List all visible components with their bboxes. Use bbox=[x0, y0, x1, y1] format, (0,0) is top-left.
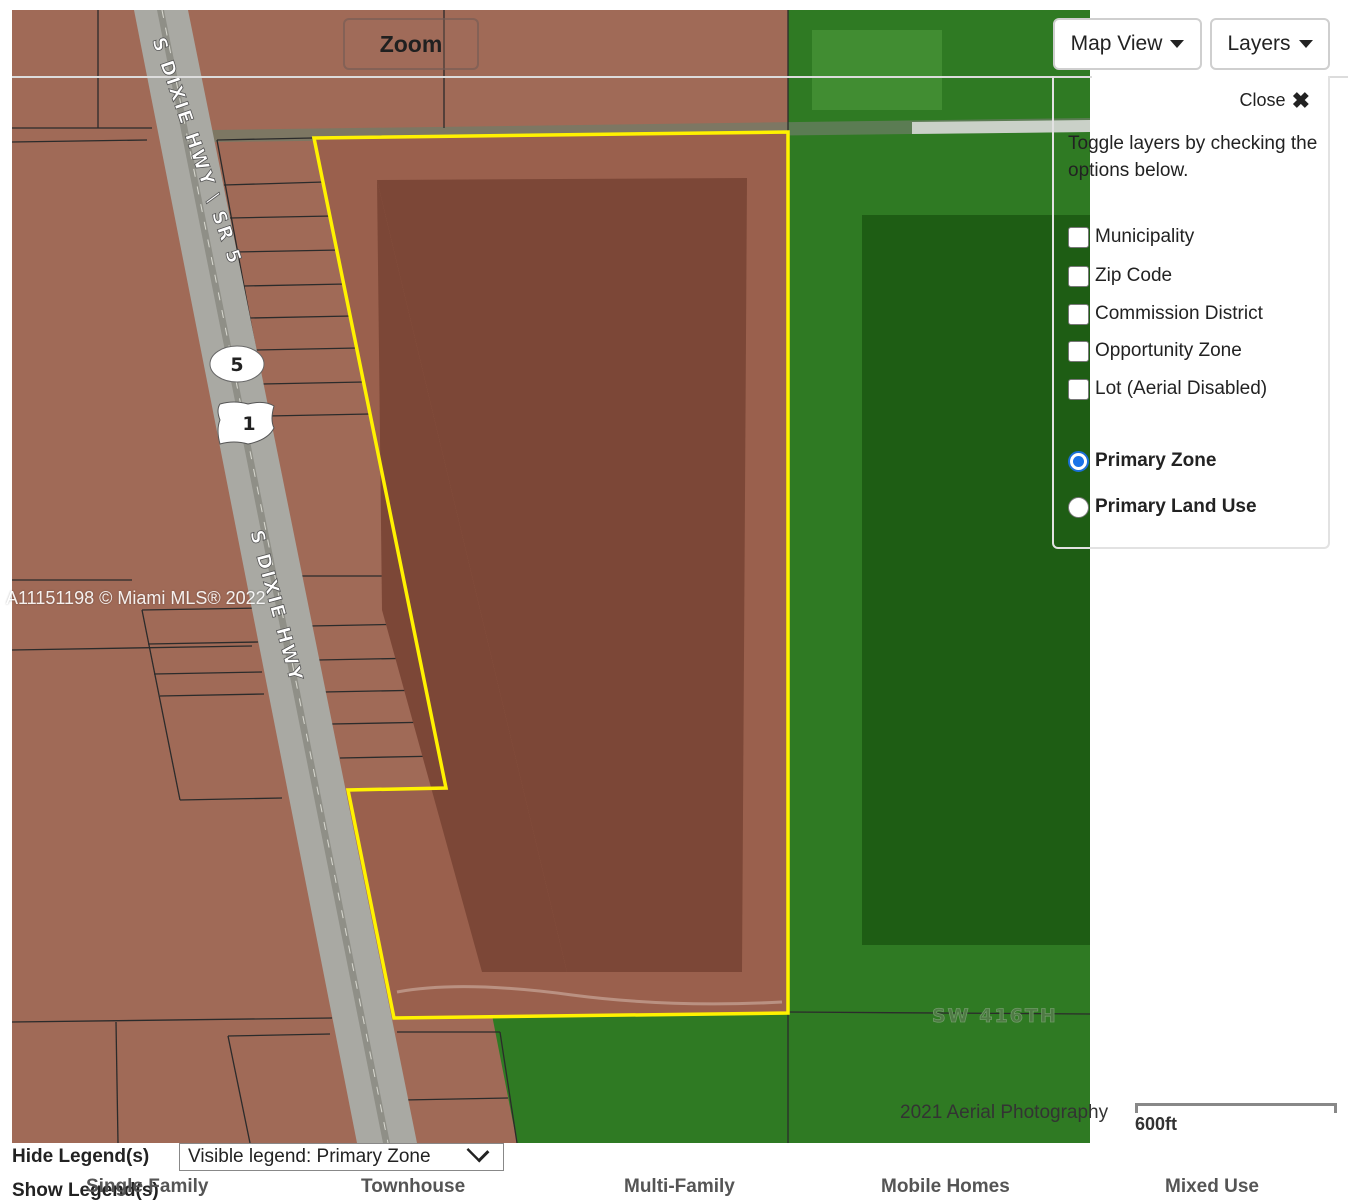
primary-zone-radio[interactable] bbox=[1068, 450, 1089, 472]
commission-district-label: Commission District bbox=[1095, 303, 1263, 324]
layer-option-zip-code[interactable]: Zip Code bbox=[1068, 265, 1172, 287]
caret-down-icon bbox=[1298, 40, 1313, 48]
primary-land-use-radio[interactable] bbox=[1068, 496, 1089, 518]
layer-option-primary-zone[interactable]: Primary Zone bbox=[1068, 450, 1216, 472]
scale-bar-label: 600ft bbox=[1135, 1114, 1178, 1134]
layer-option-opportunity-zone[interactable]: Opportunity Zone bbox=[1068, 340, 1242, 362]
chevron-down-icon bbox=[466, 1139, 490, 1163]
us-route-number: 1 bbox=[242, 413, 255, 435]
legend-item-townhouse: Townhouse bbox=[361, 1176, 466, 1197]
close-label: Close bbox=[1239, 90, 1286, 110]
zip-code-checkbox[interactable] bbox=[1068, 265, 1089, 287]
agricultural-field-light bbox=[812, 30, 942, 110]
panel-intro-text: Toggle layers by checking the options be… bbox=[1068, 133, 1318, 181]
caret-down-icon bbox=[1170, 40, 1185, 48]
hide-legend-link[interactable]: Hide Legend(s) bbox=[12, 1146, 149, 1168]
layers-button[interactable]: Layers bbox=[1210, 18, 1330, 70]
visible-legend-value: Visible legend: Primary Zone bbox=[188, 1146, 431, 1167]
map-view-button[interactable]: Map View bbox=[1053, 18, 1202, 70]
opportunity-zone-label: Opportunity Zone bbox=[1095, 340, 1242, 361]
lot-label: Lot (Aerial Disabled) bbox=[1095, 378, 1268, 399]
legend-item-single-family: Single Family bbox=[86, 1176, 209, 1197]
layer-option-lot[interactable]: Lot (Aerial Disabled) bbox=[1068, 378, 1267, 400]
map-canvas[interactable]: S DIXIE HWY \ SR 5 S DIXIE HWY SW 416TH … bbox=[12, 10, 1090, 1143]
close-icon: ✖ bbox=[1291, 87, 1310, 113]
municipality-checkbox[interactable] bbox=[1068, 226, 1089, 248]
primary-zone-label: Primary Zone bbox=[1095, 450, 1217, 471]
layer-option-municipality[interactable]: Municipality bbox=[1068, 226, 1194, 248]
municipality-label: Municipality bbox=[1095, 226, 1195, 247]
primary-land-use-label: Primary Land Use bbox=[1095, 496, 1257, 517]
visible-legend-select[interactable]: Visible legend: Primary Zone bbox=[179, 1139, 504, 1171]
mls-watermark: A11151198 © Miami MLS® 2022 bbox=[6, 588, 266, 608]
lot-checkbox[interactable] bbox=[1068, 378, 1089, 400]
layer-option-primary-land-use[interactable]: Primary Land Use bbox=[1068, 496, 1257, 518]
zip-code-label: Zip Code bbox=[1095, 265, 1173, 286]
aerial-attribution: 2021 Aerial Photography bbox=[900, 1102, 1109, 1123]
opportunity-zone-checkbox[interactable] bbox=[1068, 340, 1089, 362]
scale-bar bbox=[1135, 1103, 1337, 1113]
legend-item-mobile-homes: Mobile Homes bbox=[881, 1176, 1010, 1197]
map-layer: S DIXIE HWY \ SR 5 S DIXIE HWY SW 416TH … bbox=[12, 10, 1090, 1143]
map-view-label: Map View bbox=[1070, 32, 1163, 55]
layer-option-commission-district[interactable]: Commission District bbox=[1068, 303, 1263, 325]
layers-label: Layers bbox=[1227, 32, 1291, 55]
state-route-number: 5 bbox=[230, 354, 243, 376]
commission-district-checkbox[interactable] bbox=[1068, 303, 1089, 325]
zoom-button[interactable]: Zoom bbox=[343, 18, 479, 70]
road-label-sw416: SW 416TH bbox=[932, 1005, 1058, 1027]
close-panel-button[interactable]: Close ✖ bbox=[1239, 87, 1310, 113]
legend-item-multi-family: Multi-Family bbox=[624, 1176, 735, 1197]
layers-panel: Close ✖ Toggle layers by checking the op… bbox=[1052, 76, 1330, 549]
legend-item-mixed-use: Mixed Use bbox=[1165, 1176, 1259, 1197]
